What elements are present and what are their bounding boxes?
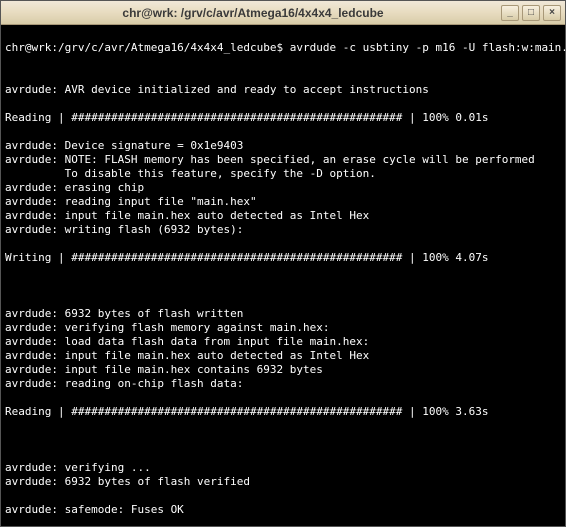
terminal-body[interactable]: chr@wrk:/grv/c/avr/Atmega16/4x4x4_ledcub… (1, 25, 565, 526)
minimize-button[interactable]: _ (501, 5, 519, 21)
output-line: avrdude: verifying ... (5, 461, 151, 474)
shell-prompt: chr@wrk:/grv/c/avr/Atmega16/4x4x4_ledcub… (5, 41, 283, 54)
terminal-window: chr@wrk: /grv/c/avr/Atmega16/4x4x4_ledcu… (0, 0, 566, 527)
minimize-icon: _ (507, 7, 513, 18)
output-line: avrdude: writing flash (6932 bytes): (5, 223, 243, 236)
output-line: avrdude: reading on-chip flash data: (5, 377, 243, 390)
output-line: avrdude: 6932 bytes of flash verified (5, 475, 250, 488)
window-title: chr@wrk: /grv/c/avr/Atmega16/4x4x4_ledcu… (5, 6, 501, 20)
output-line: Reading | ##############################… (5, 111, 488, 124)
command-text: avrdude -c usbtiny -p m16 -U flash:w:mai… (290, 41, 565, 54)
maximize-button[interactable]: □ (522, 5, 540, 21)
output-line: avrdude: AVR device initialized and read… (5, 83, 429, 96)
titlebar[interactable]: chr@wrk: /grv/c/avr/Atmega16/4x4x4_ledcu… (1, 1, 565, 25)
output-line: Reading | ##############################… (5, 405, 488, 418)
output-line: avrdude: erasing chip (5, 181, 144, 194)
output-line: avrdude: verifying flash memory against … (5, 321, 330, 334)
close-icon: × (549, 7, 555, 18)
output-line: To disable this feature, specify the -D … (5, 167, 376, 180)
window-controls: _ □ × (501, 5, 561, 21)
maximize-icon: □ (528, 7, 534, 18)
close-button[interactable]: × (543, 5, 561, 21)
output-line: avrdude: input file main.hex auto detect… (5, 209, 369, 222)
output-line: avrdude: safemode: Fuses OK (5, 503, 184, 516)
output-line: avrdude: 6932 bytes of flash written (5, 307, 243, 320)
output-line: avrdude: NOTE: FLASH memory has been spe… (5, 153, 535, 166)
output-line: avrdude: load data flash data from input… (5, 335, 369, 348)
output-line: avrdude: input file main.hex auto detect… (5, 349, 369, 362)
output-line: avrdude: reading input file "main.hex" (5, 195, 257, 208)
output-line: avrdude: Device signature = 0x1e9403 (5, 139, 243, 152)
output-line: Writing | ##############################… (5, 251, 488, 264)
output-line: avrdude: input file main.hex contains 69… (5, 363, 323, 376)
